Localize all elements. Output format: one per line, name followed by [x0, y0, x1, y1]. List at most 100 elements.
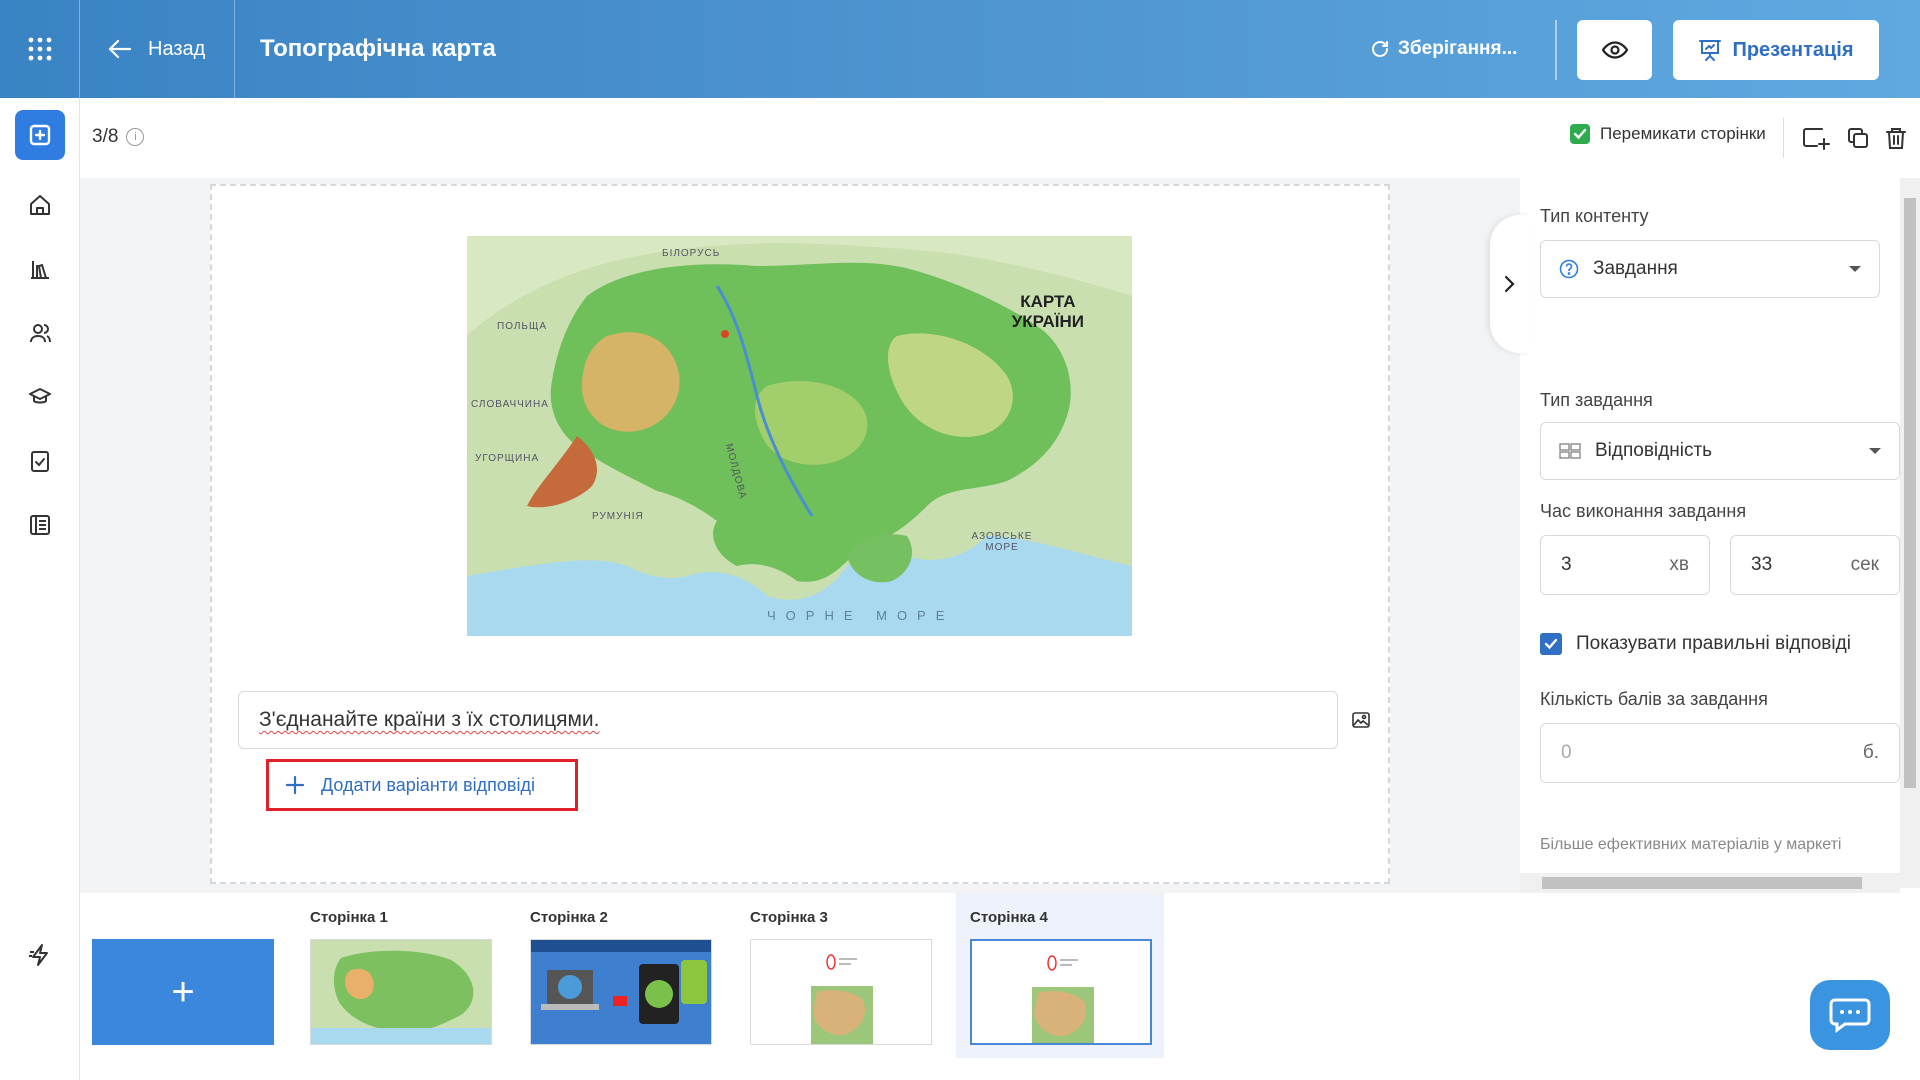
editor-canvas: КАРТА УКРАЇНИ БІЛОРУСЬ ПОЛЬЩА СЛОВАЧЧИНА…: [80, 178, 1520, 893]
show-correct-checkbox[interactable]: Показувати правильні відповіді: [1540, 633, 1851, 655]
preview-button[interactable]: [1577, 20, 1652, 80]
lightning-icon: [29, 944, 48, 966]
apps-menu-button[interactable]: [0, 0, 80, 98]
points-unit: б.: [1862, 742, 1879, 763]
check-icon[interactable]: [1570, 124, 1590, 144]
sidebar-item-journal[interactable]: [15, 500, 65, 550]
back-button[interactable]: Назад: [80, 0, 235, 98]
sidebar-item-quick[interactable]: [15, 930, 65, 980]
minutes-input[interactable]: 3 хв: [1540, 535, 1710, 595]
ukraine-map-image[interactable]: КАРТА УКРАЇНИ БІЛОРУСЬ ПОЛЬЩА СЛОВАЧЧИНА…: [467, 236, 1132, 636]
points-placeholder: 0: [1561, 742, 1572, 763]
page-thumbnail-label: Сторінка 4: [970, 909, 1048, 926]
add-page-thumbnail-button[interactable]: +: [92, 939, 274, 1045]
task-type-label: Тип завдання: [1540, 390, 1653, 410]
library-icon: [31, 261, 49, 279]
header-divider: [1555, 20, 1557, 80]
checkbox-checked-icon[interactable]: [1540, 633, 1562, 655]
page-thumbnail-preview[interactable]: [310, 939, 492, 1045]
question-input[interactable]: З'єднанайте країни з їх столицями.: [238, 691, 1338, 749]
graduation-cap-icon: [29, 388, 51, 404]
add-answers-label: Додати варіанти відповіді: [321, 774, 535, 795]
content-type-label: Тип контенту: [1540, 206, 1649, 226]
properties-panel: Тип контенту Завдання Тип завдання Відпо…: [1520, 178, 1920, 893]
map-label-poland: ПОЛЬЩА: [497, 321, 548, 332]
refresh-icon: [1372, 41, 1388, 57]
panel-horizontal-scrollbar[interactable]: [1520, 873, 1900, 893]
page-thumbnail[interactable]: Сторінка 1: [296, 893, 504, 1058]
left-sidebar: [0, 98, 80, 1080]
info-icon[interactable]: i: [126, 128, 145, 146]
sidebar-add-button[interactable]: [15, 110, 65, 160]
page-thumbnail-preview[interactable]: [970, 939, 1152, 1045]
scrollbar-thumb[interactable]: [1542, 877, 1862, 889]
editor-toolbar: 3/8 i Перемикати сторінки: [80, 98, 1920, 178]
map-label-romania: РУМУНІЯ: [592, 511, 644, 522]
page-thumbnails-bar: + Сторінка 1 Сторінка 2 Сторінка 3 Сторі…: [80, 893, 1920, 1080]
sidebar-item-home[interactable]: [15, 180, 65, 230]
sidebar-item-tasks[interactable]: [15, 436, 65, 486]
map-title-line1: КАРТА: [1020, 292, 1076, 311]
arrow-left-icon: [108, 39, 132, 59]
switch-pages-toggle[interactable]: Перемикати сторінки: [1570, 124, 1766, 144]
checklist-icon: [31, 451, 49, 472]
page-thumbnail[interactable]: Сторінка 3: [736, 893, 944, 1058]
saving-label: Зберігання...: [1398, 38, 1518, 59]
plus-icon: [285, 775, 305, 795]
duplicate-page-button[interactable]: [1840, 120, 1876, 156]
page-thumbnail-label: Сторінка 2: [530, 909, 608, 926]
page-thumbnail-preview[interactable]: [750, 939, 932, 1045]
collapse-panel-button[interactable]: [1490, 215, 1530, 353]
add-page-button[interactable]: [1798, 120, 1834, 156]
slide-area[interactable]: КАРТА УКРАЇНИ БІЛОРУСЬ ПОЛЬЩА СЛОВАЧЧИНА…: [210, 184, 1390, 884]
toolbar-divider: [1783, 118, 1784, 158]
document-title[interactable]: Топографічна карта: [260, 0, 496, 98]
minutes-unit: хв: [1669, 554, 1689, 575]
content-type-value: Завдання: [1593, 258, 1678, 279]
plus-icon: +: [171, 969, 195, 1014]
task-type-select[interactable]: Відповідність: [1540, 422, 1900, 480]
question-circle-icon: [1559, 259, 1579, 279]
points-label: Кількість балів за завдання: [1540, 689, 1768, 709]
add-answers-button[interactable]: Додати варіанти відповіді: [266, 759, 578, 811]
chevron-right-icon: [1504, 275, 1515, 293]
switch-pages-label: Перемикати сторінки: [1600, 124, 1766, 143]
back-label: Назад: [148, 37, 206, 60]
insert-image-button[interactable]: [1352, 712, 1370, 733]
panel-vertical-scrollbar[interactable]: [1900, 178, 1920, 888]
page-thumbnail[interactable]: Сторінка 2: [516, 893, 724, 1058]
task-type-value: Відповідність: [1595, 440, 1713, 461]
sidebar-item-users[interactable]: [15, 308, 65, 358]
home-icon: [30, 195, 50, 215]
seconds-input[interactable]: 33 сек: [1730, 535, 1900, 595]
map-label-slovakia: СЛОВАЧЧИНА: [471, 399, 549, 410]
page-thumbnail-preview[interactable]: [530, 939, 712, 1045]
users-icon: [30, 324, 51, 343]
presentation-icon: [1699, 40, 1722, 61]
seconds-unit: сек: [1850, 554, 1879, 575]
sidebar-item-courses[interactable]: [15, 372, 65, 422]
seconds-value: 33: [1751, 554, 1773, 575]
delete-page-button[interactable]: [1878, 120, 1914, 156]
page-thumbnail-active[interactable]: Сторінка 4: [956, 893, 1164, 1058]
minutes-value: 3: [1561, 554, 1572, 575]
trash-icon: [1886, 128, 1906, 149]
page-counter-text: 3/8: [92, 126, 119, 147]
map-label-hungary: УГОРЩИНА: [475, 453, 540, 464]
chevron-down-icon: [1869, 448, 1881, 454]
add-square-icon: [29, 124, 51, 146]
content-type-select[interactable]: Завдання: [1540, 240, 1880, 298]
top-header: Назад Топографічна карта Зберігання... П…: [0, 0, 1920, 98]
time-label: Час виконання завдання: [1540, 501, 1747, 521]
matching-icon: [1559, 443, 1581, 459]
market-link[interactable]: Більше ефективних матеріалів у маркеті: [1540, 836, 1841, 854]
map-label-belarus: БІЛОРУСЬ: [662, 248, 721, 259]
saving-status: Зберігання...: [1370, 0, 1517, 98]
presentation-button[interactable]: Презентація: [1673, 20, 1879, 80]
presentation-label: Презентація: [1732, 38, 1854, 61]
support-chat-button[interactable]: [1810, 980, 1890, 1050]
sidebar-item-library[interactable]: [15, 244, 65, 294]
points-input[interactable]: 0 б.: [1540, 723, 1900, 783]
page-thumbnail-label: Сторінка 1: [310, 909, 388, 926]
scrollbar-thumb[interactable]: [1904, 198, 1916, 788]
